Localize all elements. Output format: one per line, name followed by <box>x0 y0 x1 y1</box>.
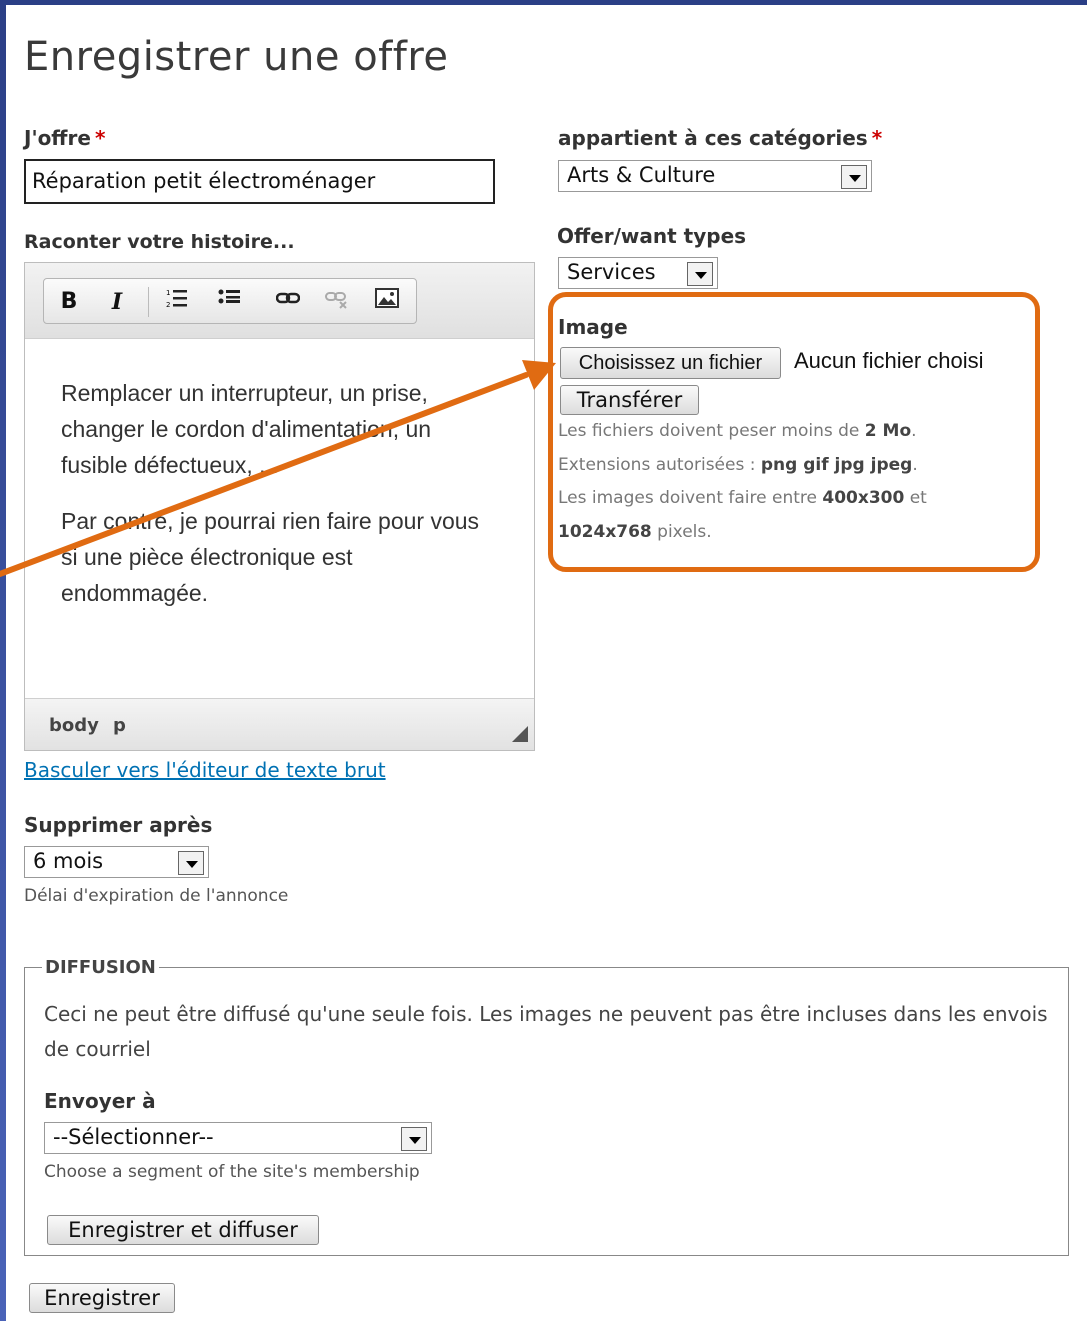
annotation-arrow <box>0 360 556 577</box>
